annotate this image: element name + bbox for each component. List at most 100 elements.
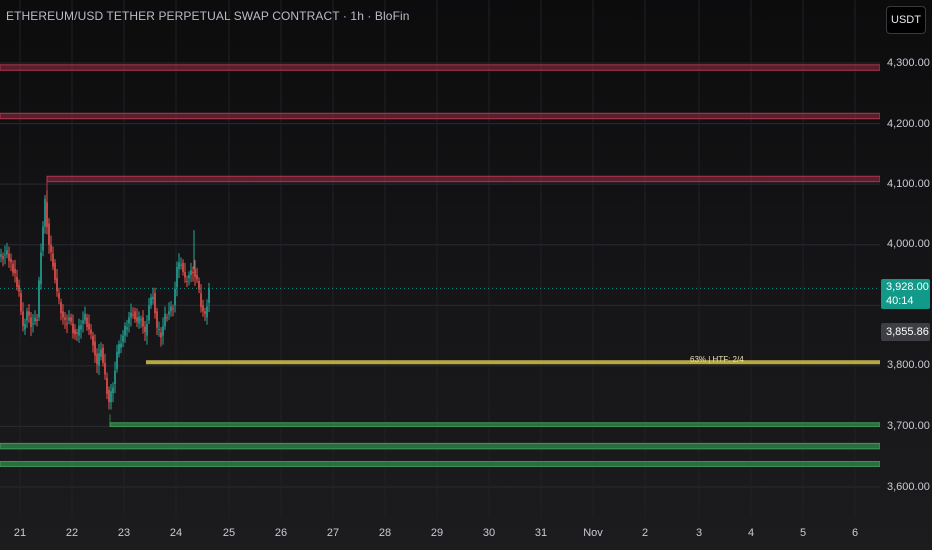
candle-body: [56, 278, 58, 292]
candle-body: [0, 254, 2, 257]
price-axis[interactable]: 4,300.00 4,200.00 4,100.00 4,000.00 3,80…: [880, 0, 932, 518]
time-axis[interactable]: 21 22 23 24 25 26 27 28 29 30 31 Nov 2 3…: [0, 518, 880, 550]
candle-body: [118, 344, 120, 354]
candle-body: [174, 288, 176, 306]
candle-body: [126, 327, 128, 330]
last-price-label: 3,928.00 40:14: [881, 279, 930, 309]
candle-body: [158, 328, 160, 330]
date-tick: 30: [482, 527, 496, 539]
candle-body: [134, 311, 136, 320]
candle-body: [176, 267, 178, 288]
date-tick: 23: [117, 527, 131, 539]
candle-body: [2, 256, 4, 259]
candle-body: [84, 313, 86, 321]
candle-body: [192, 271, 194, 273]
price-chart[interactable]: [0, 0, 880, 518]
candle-body: [188, 275, 190, 279]
candle-body: [204, 311, 206, 314]
candle-body: [80, 325, 82, 330]
date-tick: 24: [169, 527, 183, 539]
candle-body: [170, 306, 172, 312]
candle-body: [184, 271, 186, 278]
candle-body: [108, 390, 110, 403]
date-tick: 21: [13, 527, 27, 539]
candle-body: [120, 343, 122, 348]
candle-body: [132, 314, 134, 316]
candle-body: [24, 324, 26, 330]
chart-area[interactable]: ETHEREUM/USD TETHER PERPETUAL SWAP CONTR…: [0, 0, 880, 518]
date-tick: 27: [326, 527, 340, 539]
candle-body: [38, 280, 40, 318]
candle-body: [122, 335, 124, 342]
candle-body: [166, 317, 168, 319]
candle-body: [198, 281, 200, 290]
candle-body: [94, 341, 96, 356]
date-tick: 26: [274, 527, 288, 539]
date-tick: 2: [641, 527, 649, 539]
candle-body: [66, 323, 68, 325]
candle-body: [68, 317, 70, 321]
level-line: [146, 360, 880, 365]
candle-body: [42, 226, 44, 251]
date-tick: Nov: [583, 527, 603, 539]
candle-body: [206, 306, 208, 318]
candle-body: [200, 293, 202, 308]
price-tick: 3,700.00: [887, 420, 930, 432]
candle-body: [138, 316, 140, 324]
date-tick: 29: [430, 527, 444, 539]
candle-body: [182, 262, 184, 272]
date-tick: 28: [378, 527, 392, 539]
candle-body: [190, 270, 192, 275]
candle-body: [14, 268, 16, 274]
date-tick: 5: [799, 527, 807, 539]
date-tick: 3: [695, 527, 703, 539]
date-tick: 22: [65, 527, 79, 539]
candle-body: [168, 311, 170, 315]
candle-body: [154, 293, 156, 314]
candle-body: [52, 253, 54, 267]
candle-body: [186, 281, 188, 283]
candle-body: [148, 305, 150, 321]
candle-body: [156, 311, 158, 328]
candle-body: [128, 317, 130, 324]
candle-body: [106, 377, 108, 394]
price-tick: 3,600.00: [887, 481, 930, 493]
last-price-value: 3,928.00: [886, 281, 929, 293]
candle-body: [104, 362, 106, 375]
symbol-title[interactable]: ETHEREUM/USD TETHER PERPETUAL SWAP CONTR…: [6, 9, 410, 23]
candle-body: [124, 325, 126, 336]
candle-body: [60, 302, 62, 314]
candle-body: [116, 351, 118, 369]
candle-body: [58, 293, 60, 299]
candle-body: [16, 277, 18, 287]
support-zone: [0, 461, 880, 467]
candle-body: [142, 317, 144, 327]
candle-body: [76, 332, 78, 334]
candle-body: [164, 313, 166, 327]
candle-body: [40, 252, 42, 285]
price-tick: 4,300.00: [887, 57, 930, 69]
candle-body: [172, 308, 174, 310]
candle-body: [48, 223, 50, 245]
date-tick: 31: [534, 527, 548, 539]
date-tick: 6: [851, 527, 859, 539]
candle-body: [54, 262, 56, 280]
date-tick: 4: [747, 527, 755, 539]
candle-body: [82, 320, 84, 324]
price-tick: 4,100.00: [887, 178, 930, 190]
resistance-zone: [0, 112, 880, 120]
candle-body: [26, 311, 28, 321]
candle-body: [178, 262, 180, 269]
candle-body: [10, 258, 12, 263]
resistance-zone: [46, 175, 880, 183]
candle-body: [4, 254, 6, 256]
candle-body: [136, 317, 138, 322]
candle-body: [140, 319, 142, 321]
candle-body: [6, 250, 8, 255]
candle-body: [196, 275, 198, 280]
candle-body: [74, 329, 76, 335]
candle-body: [160, 332, 162, 338]
candle-body: [32, 323, 34, 325]
candle-body: [208, 288, 210, 303]
candle-body: [110, 391, 112, 403]
